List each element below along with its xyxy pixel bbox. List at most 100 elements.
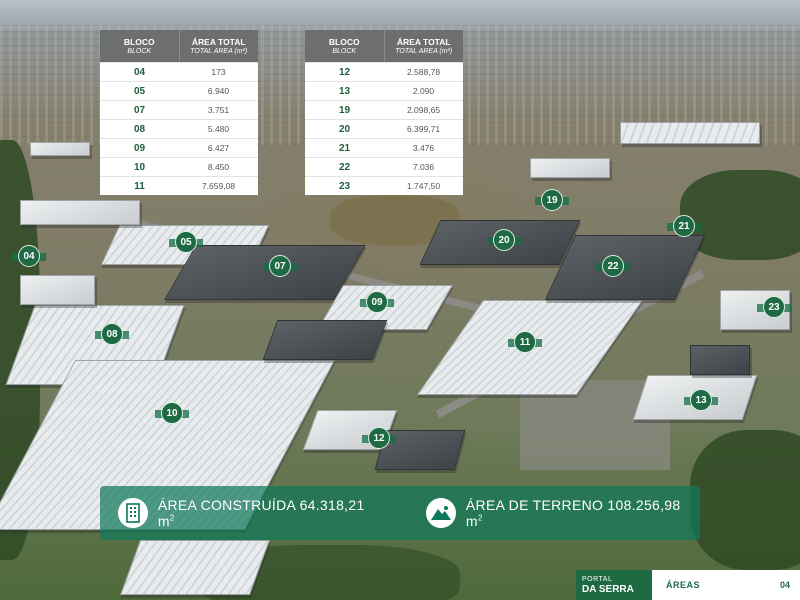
block-number: 21	[338, 143, 351, 154]
area-header-pt: ÁREA TOTAL	[396, 36, 451, 47]
marker-label: 20	[493, 229, 515, 251]
block-area: 3.476	[412, 143, 435, 153]
land-area-text: ÁREA DE TERRENO 108.256,98 m2	[466, 497, 700, 529]
marker-label: 04	[18, 245, 40, 267]
warehouse	[690, 345, 750, 375]
block-area: 2.588,78	[406, 67, 441, 77]
warehouse	[530, 158, 610, 178]
land-area-summary: ÁREA DE TERRENO 108.256,98 m2	[426, 497, 700, 529]
block-number: 23	[338, 181, 351, 192]
table-row: 08 5.480	[100, 119, 258, 138]
marker-label: 23	[763, 296, 785, 318]
footer-bar: ÁREAS 04	[652, 570, 800, 600]
land-area-label: ÁREA DE TERRENO	[465, 497, 604, 513]
block-area: 6.399,71	[406, 124, 441, 134]
block-column-header: BLOCO BLOCK	[305, 30, 384, 62]
page-number: 04	[779, 580, 790, 590]
block-number: 22	[338, 162, 351, 173]
table-header: BLOCO BLOCK ÁREA TOTAL TOTAL AREA (m²)	[100, 30, 258, 62]
area-table-1: BLOCO BLOCK ÁREA TOTAL TOTAL AREA (m²) 0…	[100, 30, 258, 195]
marker-label: 05	[175, 231, 197, 253]
block-number: 09	[133, 143, 146, 154]
logo-line-1: PORTAL	[582, 575, 613, 583]
table-header: BLOCO BLOCK ÁREA TOTAL TOTAL AREA (m²)	[305, 30, 463, 62]
warehouse	[620, 122, 760, 144]
block-marker-10[interactable]: 10	[155, 402, 189, 424]
marker-label: 19	[541, 189, 563, 211]
block-number: 07	[133, 105, 146, 116]
block-area: 6.427	[207, 143, 230, 153]
block-marker-22[interactable]: 22	[596, 255, 630, 277]
block-number: 12	[338, 67, 351, 78]
area-header-en: TOTAL AREA (m²)	[190, 47, 248, 55]
area-table-2: BLOCO BLOCK ÁREA TOTAL TOTAL AREA (m²) 1…	[305, 30, 463, 195]
block-area: 2.098,65	[406, 105, 441, 115]
built-area-summary: ÁREA CONSTRUÍDA 64.318,21 m2	[118, 497, 384, 529]
block-marker-09[interactable]: 09	[360, 291, 394, 313]
table-row: 20 6.399,71	[305, 119, 463, 138]
marker-label: 21	[673, 215, 695, 237]
block-marker-13[interactable]: 13	[684, 389, 718, 411]
table-row: 05 6.940	[100, 81, 258, 100]
block-marker-04[interactable]: 04	[12, 245, 46, 267]
table-row: 22 7.036	[305, 157, 463, 176]
table-row: 09 6.427	[100, 138, 258, 157]
block-marker-12[interactable]: 12	[362, 427, 396, 449]
land-area-unit: 2	[477, 513, 483, 523]
block-marker-19[interactable]: 19	[535, 189, 569, 211]
portal-da-serra-logo: PORTAL DA SERRA	[576, 570, 652, 600]
built-area-label: ÁREA CONSTRUÍDA	[157, 497, 296, 513]
block-marker-08[interactable]: 08	[95, 323, 129, 345]
block-area: 7.036	[412, 162, 435, 172]
block-number: 04	[133, 67, 146, 78]
page-footer: PORTAL DA SERRA ÁREAS 04	[576, 570, 800, 600]
block-marker-20[interactable]: 20	[487, 229, 521, 251]
block-area: 7.659,08	[201, 181, 236, 191]
table-row: 11 7.659,08	[100, 176, 258, 195]
block-number: 05	[133, 86, 146, 97]
marker-label: 22	[602, 255, 624, 277]
marker-label: 11	[514, 331, 536, 353]
block-area: 5.480	[207, 124, 230, 134]
block-number: 13	[338, 86, 351, 97]
block-area: 6.940	[207, 86, 230, 96]
block-number: 08	[133, 124, 146, 135]
tree-cluster	[690, 430, 800, 570]
table-row: 13 2.090	[305, 81, 463, 100]
marker-label: 09	[366, 291, 388, 313]
warehouse	[20, 275, 95, 305]
block-area: 173	[211, 67, 226, 77]
area-header-pt: ÁREA TOTAL	[191, 36, 246, 47]
table-row: 21 3.476	[305, 138, 463, 157]
area-header-en: TOTAL AREA (m²)	[395, 47, 453, 55]
warehouse	[30, 142, 90, 156]
block-area: 2.090	[412, 86, 435, 96]
block-marker-23[interactable]: 23	[757, 296, 791, 318]
built-area-unit: 2	[169, 513, 175, 523]
block-area: 8.450	[207, 162, 230, 172]
block-number: 10	[133, 162, 146, 173]
block-marker-21[interactable]: 21	[667, 215, 701, 237]
marker-label: 10	[161, 402, 183, 424]
area-column-header: ÁREA TOTAL TOTAL AREA (m²)	[178, 30, 259, 62]
block-number: 11	[134, 181, 145, 192]
block-area: 3.751	[207, 105, 230, 115]
block-marker-11[interactable]: 11	[508, 331, 542, 353]
table-row: 23 1.747,50	[305, 176, 463, 195]
block-column-header: BLOCO BLOCK	[100, 30, 179, 62]
block-marker-07[interactable]: 07	[263, 255, 297, 277]
marker-label: 13	[690, 389, 712, 411]
block-header-pt: BLOCO	[123, 36, 155, 47]
table-row: 10 8.450	[100, 157, 258, 176]
area-column-header: ÁREA TOTAL TOTAL AREA (m²)	[383, 30, 464, 62]
warehouse	[20, 200, 140, 225]
marker-label: 08	[101, 323, 123, 345]
table-row: 12 2.588,78	[305, 62, 463, 81]
section-title: ÁREAS	[666, 580, 701, 590]
block-marker-05[interactable]: 05	[169, 231, 203, 253]
block-number: 19	[338, 105, 351, 116]
block-header-pt: BLOCO	[328, 36, 360, 47]
marker-label: 07	[269, 255, 291, 277]
table-row: 19 2.098,65	[305, 100, 463, 119]
table-row: 07 3.751	[100, 100, 258, 119]
